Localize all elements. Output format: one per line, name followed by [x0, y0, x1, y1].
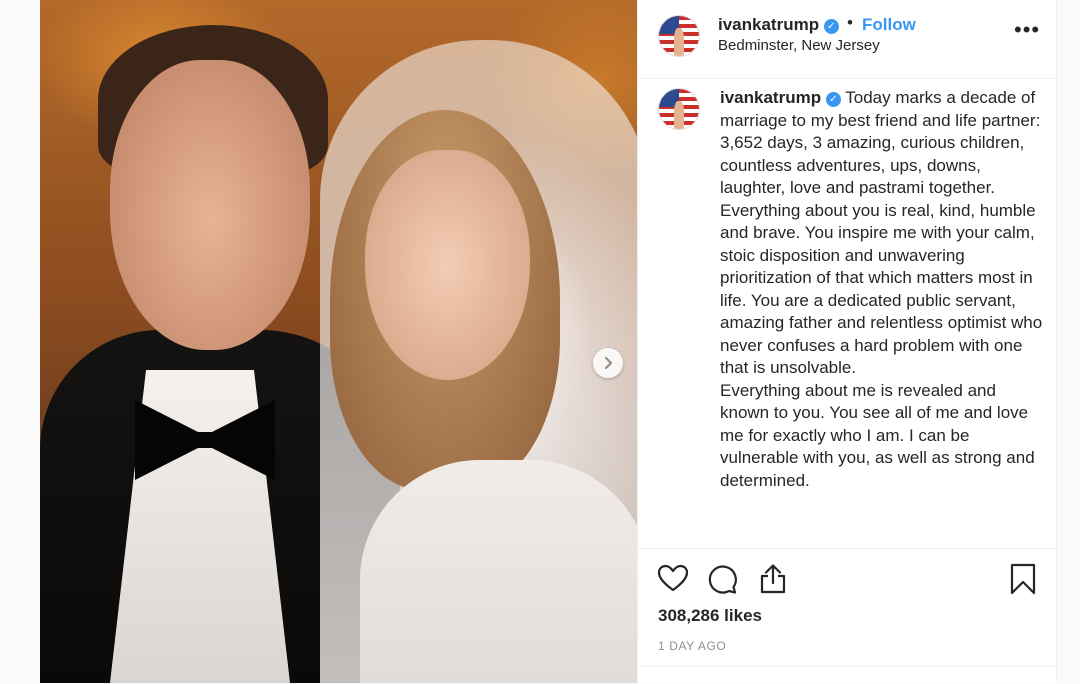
location-link[interactable]: Bedminster, New Jersey [718, 37, 880, 54]
comment-icon[interactable] [705, 562, 739, 596]
like-count[interactable]: 308,286 likes [658, 606, 762, 626]
username-text[interactable]: ivankatrump [718, 15, 819, 34]
caption-paragraph: ivankatrump ✓ Today marks a decade of ma… [720, 87, 1045, 200]
photo-bride-face [365, 150, 530, 380]
post-header: ivankatrump ✓ • Follow Bedminster, New J… [638, 0, 1056, 79]
bookmark-icon[interactable] [1006, 562, 1040, 596]
verified-badge-icon: ✓ [825, 92, 841, 107]
post-photo[interactable] [40, 0, 637, 683]
avatar[interactable] [658, 15, 700, 57]
post-side-panel: ivankatrump ✓ • Follow Bedminster, New J… [637, 0, 1057, 683]
caption-paragraph: Everything about me is revealed and know… [720, 380, 1035, 490]
caption-section: ivankatrump ✓ Today marks a decade of ma… [638, 78, 1056, 549]
photo-wedding-dress [360, 460, 637, 683]
photo-groom-face [110, 60, 310, 350]
more-options-button[interactable]: ••• [1014, 19, 1040, 41]
follow-button[interactable]: Follow [862, 15, 916, 35]
next-photo-button[interactable] [593, 348, 623, 378]
heart-icon[interactable] [656, 562, 690, 596]
caption-paragraph: Everything about you is real, kind, humb… [720, 200, 1043, 378]
comment-bar [638, 666, 1056, 684]
avatar[interactable] [658, 88, 700, 130]
caption-body: ivankatrump ✓ Today marks a decade of ma… [720, 87, 1045, 492]
post-actions: 308,286 likes 1 DAY AGO [638, 548, 1056, 683]
separator-dot: • [847, 13, 853, 32]
verified-badge-icon: ✓ [823, 19, 839, 34]
post-timestamp[interactable]: 1 DAY AGO [658, 639, 726, 653]
chevron-right-icon [604, 356, 613, 370]
caption-username[interactable]: ivankatrump [720, 88, 821, 107]
header-username[interactable]: ivankatrump ✓ [718, 15, 839, 35]
share-icon[interactable] [756, 562, 790, 596]
